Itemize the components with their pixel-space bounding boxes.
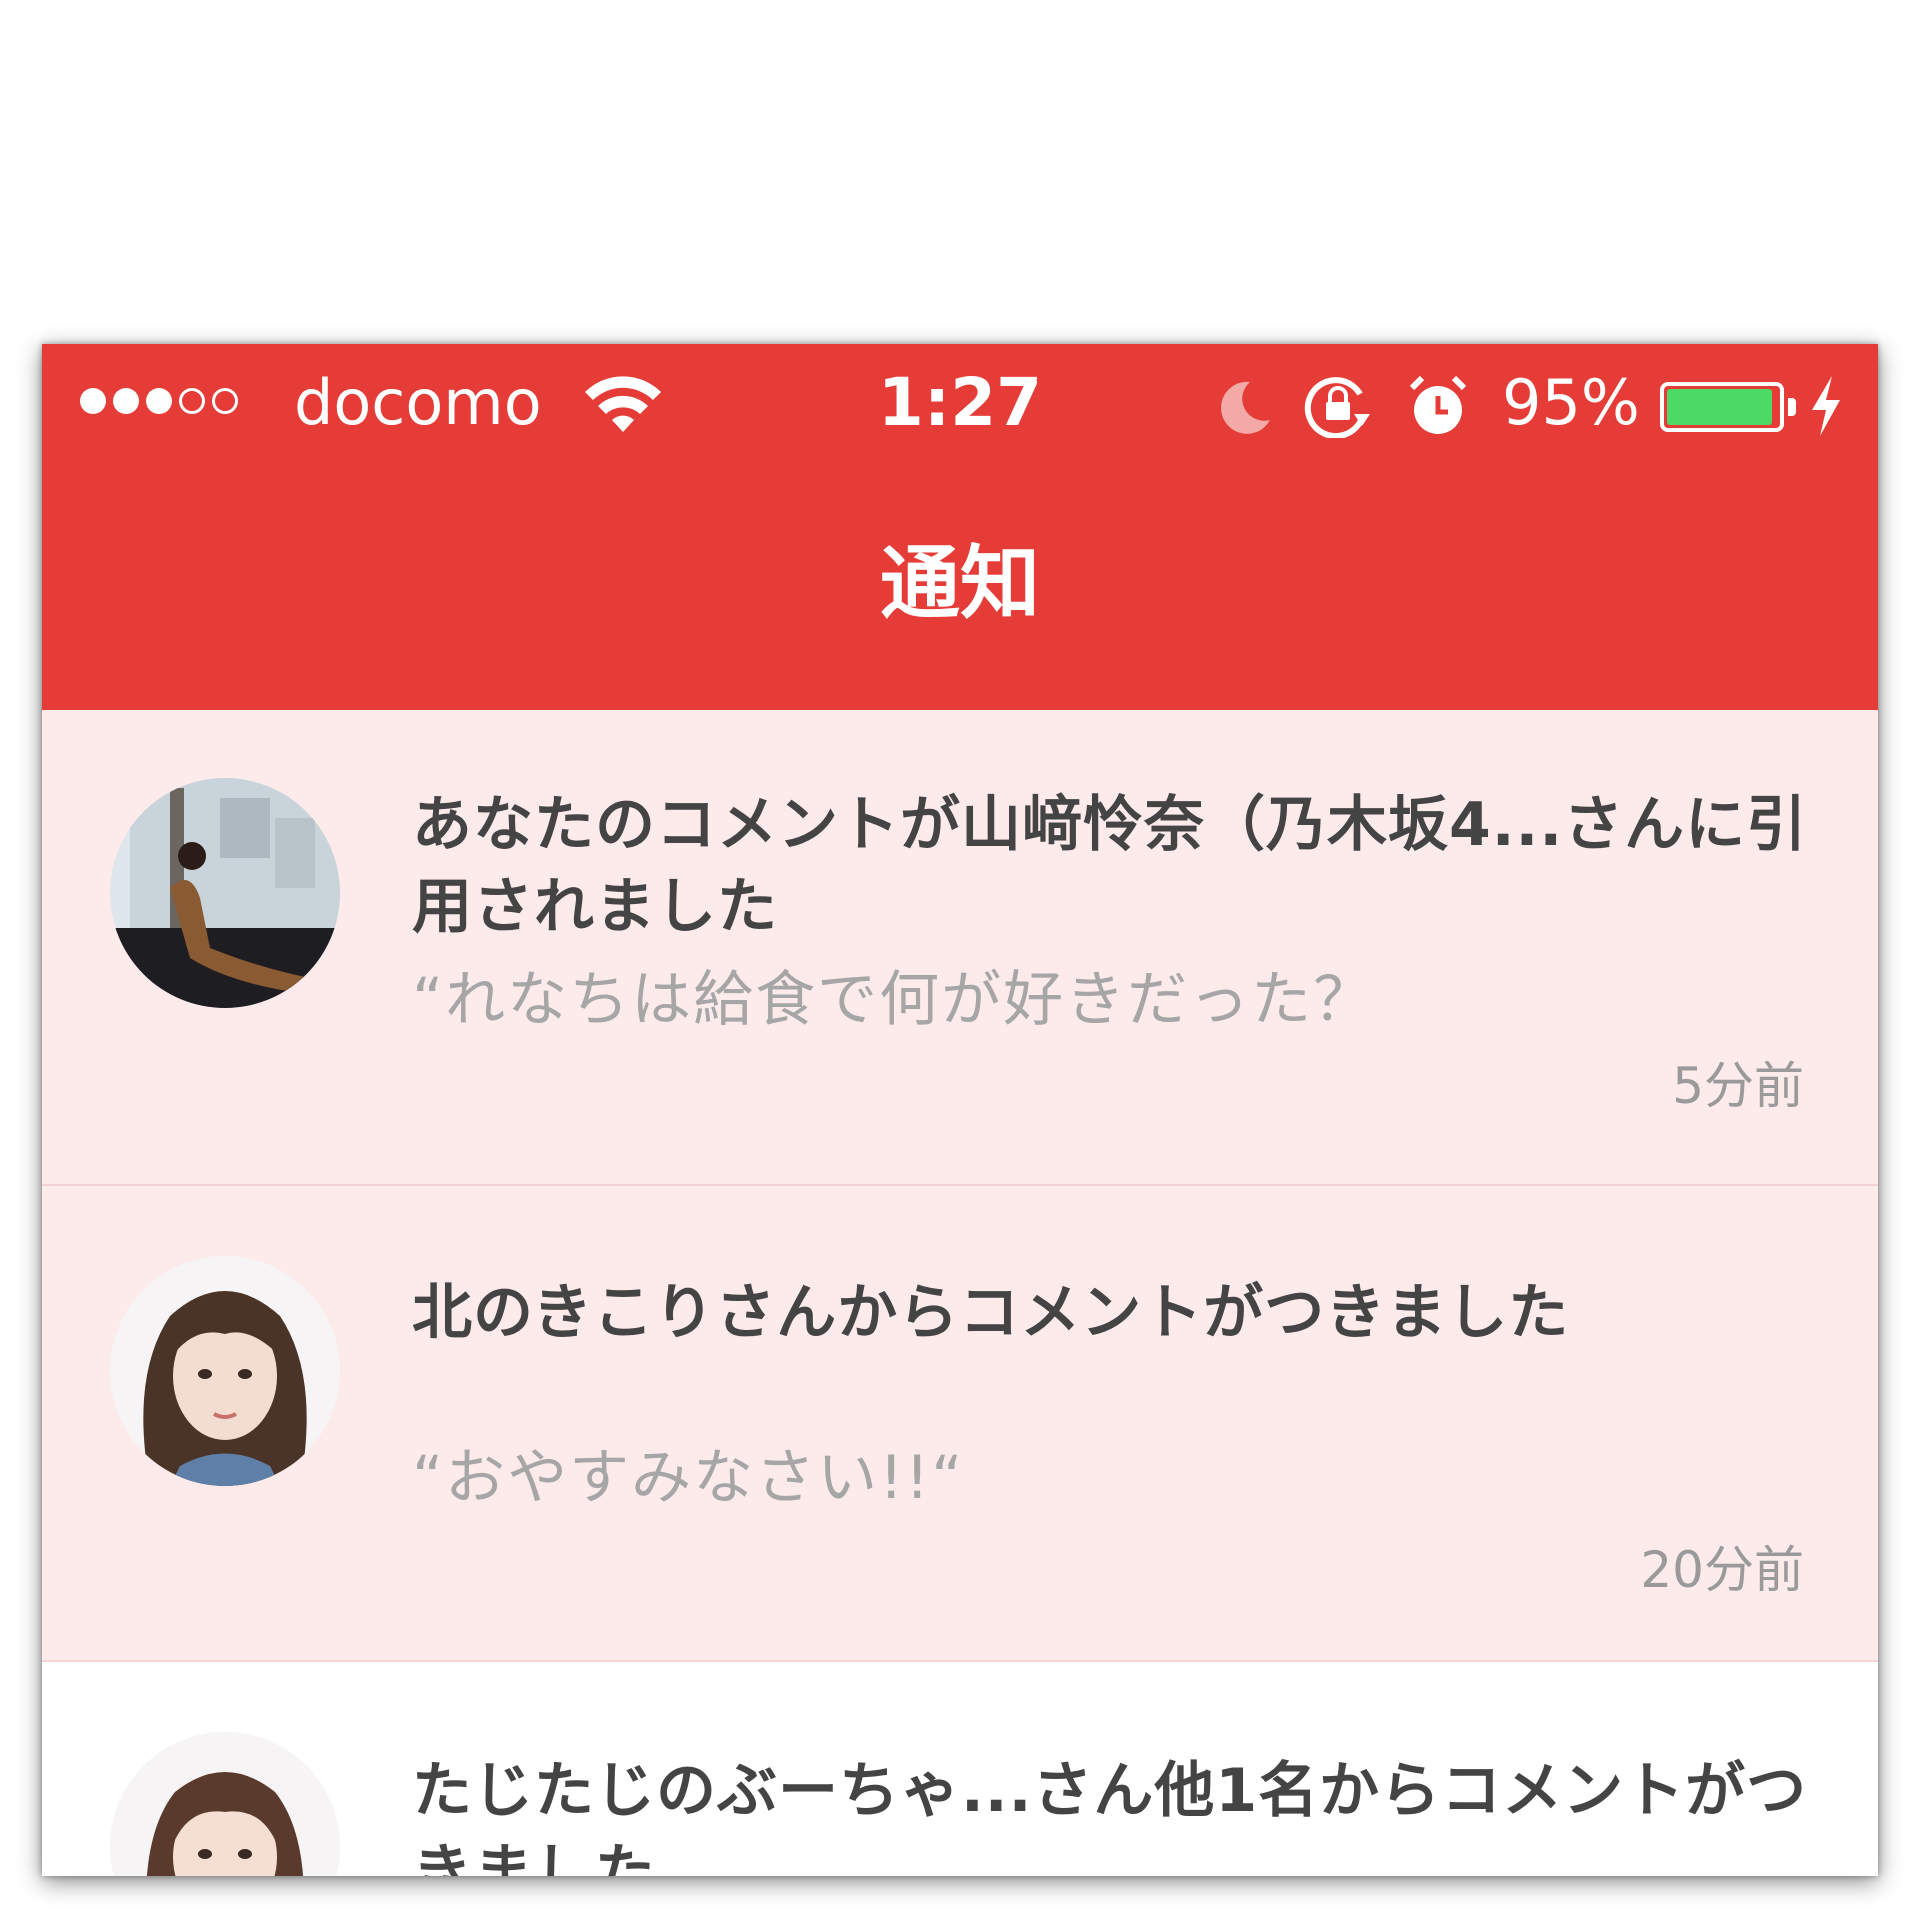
app-header: docomo 1:27 95% 通知 — [42, 344, 1878, 710]
alarm-icon — [1409, 375, 1467, 434]
page-title: 通知 — [880, 537, 1040, 630]
notification-list: あなたのコメントが山﨑怜奈（乃木坂4...さんに引用されました “れなちは給食で… — [42, 710, 1878, 1876]
battery-tip — [1788, 398, 1796, 416]
charging-bolt-icon — [1812, 376, 1840, 436]
notification-time: 20分前 — [1640, 1541, 1804, 1599]
notification-title: 北のきこりさんからコメントがつきました — [412, 1278, 1570, 1348]
notification-title: あなたのコメントが山﨑怜奈（乃木坂4...さんに引用されました — [412, 790, 1808, 942]
avatar[interactable] — [110, 778, 340, 1008]
battery-level — [1667, 389, 1772, 425]
rotation-lock-icon — [1304, 377, 1370, 438]
notification-title: たじたじのぶーちゃ...さん他1名からコメントがつきました — [412, 1756, 1808, 1876]
phone-screen: docomo 1:27 95% 通知 あなたのコメントが山﨑怜奈（乃木坂4...… — [42, 344, 1878, 1876]
notification-quote: “おやすみなさい!!“ — [412, 1443, 965, 1513]
avatar[interactable] — [110, 1256, 340, 1486]
notification-item[interactable]: 北のきこりさんからコメントがつきました “おやすみなさい!!“ 20分前 — [42, 1186, 1878, 1662]
notification-quote: “れなちは給食で何が好きだった？ — [412, 965, 1376, 1035]
battery-icon — [1660, 382, 1784, 432]
notification-item[interactable]: たじたじのぶーちゃ...さん他1名からコメントがつきました — [42, 1662, 1878, 1876]
status-bar: docomo 1:27 95% — [42, 344, 1878, 464]
notification-time: 5分前 — [1672, 1057, 1804, 1115]
moon-icon — [1221, 381, 1270, 434]
notification-item[interactable]: あなたのコメントが山﨑怜奈（乃木坂4...さんに引用されました “れなちは給食で… — [42, 710, 1878, 1186]
battery-percent: 95% — [1502, 366, 1640, 439]
avatar[interactable] — [110, 1732, 340, 1876]
